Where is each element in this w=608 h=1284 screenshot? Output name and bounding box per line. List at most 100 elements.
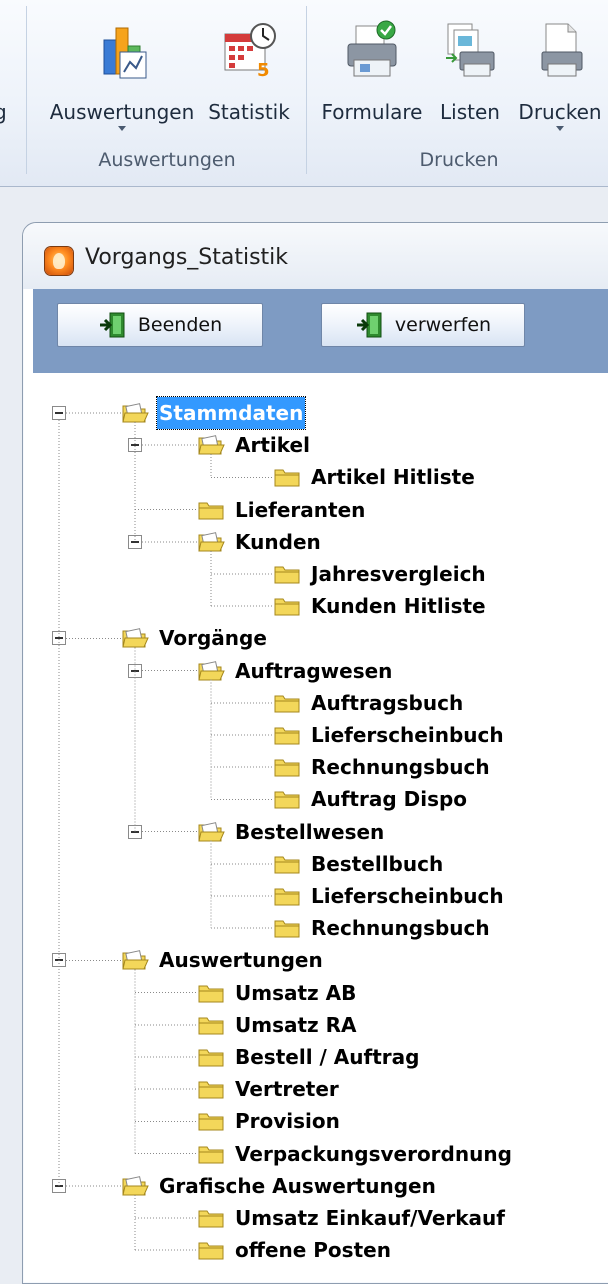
tree-node-kunden-hitliste[interactable]: Kunden Hitliste	[0, 590, 608, 622]
open-folder-icon	[198, 531, 225, 552]
tree-node-artikel[interactable]: Artikel	[0, 429, 608, 461]
verwerfen-button[interactable]: verwerfen	[321, 303, 525, 347]
collapse-toggle-icon[interactable]	[128, 824, 142, 839]
tree-node-jahresvergleich[interactable]: Jahresvergleich	[0, 558, 608, 590]
tree-node-lieferscheinbuch[interactable]: Lieferscheinbuch	[0, 880, 608, 912]
ribbon-group-label-drucken: Drucken	[419, 149, 499, 171]
folder-icon	[198, 1242, 224, 1260]
tree-node-verpackungsverordnung[interactable]: Verpackungsverordnung	[0, 1138, 608, 1170]
tree-node-vertreter[interactable]: Vertreter	[0, 1073, 608, 1105]
tree-node-label[interactable]: Vorgänge	[157, 622, 269, 654]
folder-icon	[274, 759, 300, 777]
collapse-toggle-icon[interactable]	[52, 953, 66, 968]
tree-node-bestellbuch[interactable]: Bestellbuch	[0, 848, 608, 880]
tree-node-label[interactable]: Umsatz RA	[233, 1009, 359, 1041]
tree-node-label[interactable]: Auftragsbuch	[309, 687, 465, 719]
printer-check-icon	[347, 20, 397, 77]
ribbon-separator	[306, 6, 307, 174]
collapse-toggle-icon[interactable]	[128, 534, 142, 549]
folder-icon	[274, 856, 300, 874]
collapse-toggle-icon[interactable]	[128, 663, 142, 678]
folder-icon	[198, 502, 224, 520]
tree-node-label[interactable]: Lieferscheinbuch	[309, 880, 506, 912]
tree-node-label[interactable]: Artikel	[233, 429, 312, 461]
tree-node-label[interactable]: Lieferanten	[233, 494, 367, 526]
document-printer-icon	[541, 23, 583, 77]
tree-node-bestellwesen[interactable]: Bestellwesen	[0, 816, 608, 848]
tree-node-grafische-auswertungen[interactable]: Grafische Auswertungen	[0, 1170, 608, 1202]
tree-node-label[interactable]: Kunden	[233, 526, 323, 558]
tree-node-label[interactable]: Jahresvergleich	[309, 558, 488, 590]
formulare-ribbon-button[interactable]: Formulare	[314, 18, 430, 138]
beenden-button[interactable]: Beenden	[57, 303, 263, 347]
collapse-toggle-icon[interactable]	[52, 1178, 66, 1193]
auswertungen-button-label: Auswertungen	[49, 100, 195, 124]
statistik-ribbon-button[interactable]: 5 Statistik	[204, 18, 294, 138]
tree-node-offene-posten[interactable]: offene Posten	[0, 1234, 608, 1266]
chevron-down-icon	[556, 126, 564, 131]
tree-node-label[interactable]: Umsatz Einkauf/Verkauf	[233, 1202, 507, 1234]
window-title: Vorgangs_Statistik	[85, 245, 289, 270]
tree-node-label[interactable]: Umsatz AB	[233, 977, 358, 1009]
tree-node-label[interactable]: Artikel Hitliste	[309, 461, 477, 493]
tree-node-umsatz-ab[interactable]: Umsatz AB	[0, 977, 608, 1009]
tree-node-label[interactable]: Auftrag Dispo	[309, 783, 469, 815]
tree-node-lieferanten[interactable]: Lieferanten	[0, 494, 608, 526]
tree-node-label[interactable]: offene Posten	[233, 1234, 393, 1266]
tree-node-label[interactable]: Bestellwesen	[233, 816, 386, 848]
documents-printer-icon	[446, 23, 495, 77]
tree-node-auftragwesen[interactable]: Auftragwesen	[0, 655, 608, 687]
ribbon: g Auswertungen 5 Statistik Auswertungen …	[0, 0, 608, 187]
tree-node-rechnungsbuch[interactable]: Rechnungsbuch	[0, 912, 608, 944]
tree-node-kunden[interactable]: Kunden	[0, 526, 608, 558]
exit-door-icon	[99, 312, 125, 338]
tree-node-label[interactable]: Grafische Auswertungen	[157, 1170, 438, 1202]
tree-node-artikel-hitliste[interactable]: Artikel Hitliste	[0, 461, 608, 493]
tree-node-label[interactable]: Kunden Hitliste	[309, 590, 488, 622]
tree-node-rechnungsbuch[interactable]: Rechnungsbuch	[0, 751, 608, 783]
open-folder-icon	[198, 660, 225, 681]
tree-node-label[interactable]: Auftragwesen	[233, 655, 394, 687]
window-titlebar[interactable]: Vorgangs_Statistik	[23, 223, 608, 289]
bar-chart-icon	[103, 27, 147, 79]
tree-node-umsatz-einkauf-verkauf[interactable]: Umsatz Einkauf/Verkauf	[0, 1202, 608, 1234]
collapse-toggle-icon[interactable]	[52, 631, 66, 646]
tree-node-vorgange[interactable]: Vorgänge	[0, 622, 608, 654]
tree-node-label[interactable]: Auswertungen	[157, 944, 325, 976]
tree-node-provision[interactable]: Provision	[0, 1105, 608, 1137]
tree-node-umsatz-ra[interactable]: Umsatz RA	[0, 1009, 608, 1041]
tree-node-lieferscheinbuch[interactable]: Lieferscheinbuch	[0, 719, 608, 751]
tree-node-auftrag-dispo[interactable]: Auftrag Dispo	[0, 783, 608, 815]
folder-icon	[274, 695, 300, 713]
tree-node-label[interactable]: Provision	[233, 1105, 342, 1137]
open-folder-icon	[122, 628, 149, 648]
svg-text:5: 5	[257, 60, 270, 81]
tree-node-label[interactable]: Rechnungsbuch	[309, 751, 492, 783]
tree-node-label[interactable]: Bestellbuch	[309, 848, 445, 880]
tree-node-label[interactable]: Rechnungsbuch	[309, 912, 492, 944]
folder-icon	[274, 920, 300, 938]
folder-icon	[274, 727, 300, 745]
tree-node-label[interactable]: Stammdaten	[155, 396, 307, 430]
tree-node-label[interactable]: Lieferscheinbuch	[309, 719, 506, 751]
drucken-ribbon-button[interactable]: Drucken	[512, 18, 608, 138]
ribbon-cut-off-label[interactable]: g	[0, 100, 7, 124]
collapse-toggle-icon[interactable]	[52, 406, 66, 420]
tree-node-auswertungen[interactable]: Auswertungen	[0, 944, 608, 976]
tree-node-auftragsbuch[interactable]: Auftragsbuch	[0, 687, 608, 719]
tree-node-bestell-auftrag[interactable]: Bestell / Auftrag	[0, 1041, 608, 1073]
listen-button-label: Listen	[440, 100, 500, 124]
ribbon-separator	[26, 6, 27, 174]
collapse-toggle-icon[interactable]	[128, 438, 142, 453]
tree-node-label[interactable]: Bestell / Auftrag	[233, 1041, 421, 1073]
folder-icon	[274, 566, 300, 584]
auswertungen-ribbon-button[interactable]: Auswertungen	[40, 18, 204, 138]
folder-icon	[274, 469, 300, 487]
chevron-down-icon	[118, 126, 126, 131]
tree-node-label[interactable]: Verpackungsverordnung	[233, 1138, 514, 1170]
tree-node-label[interactable]: Vertreter	[233, 1073, 341, 1105]
tree-node-stammdaten[interactable]: Stammdaten	[0, 396, 608, 430]
verwerfen-label: verwerfen	[394, 314, 492, 336]
listen-ribbon-button[interactable]: Listen	[430, 18, 510, 138]
statistik-tree: Stammdaten Artikel Artikel Hitliste Liefera…	[0, 0, 608, 1262]
